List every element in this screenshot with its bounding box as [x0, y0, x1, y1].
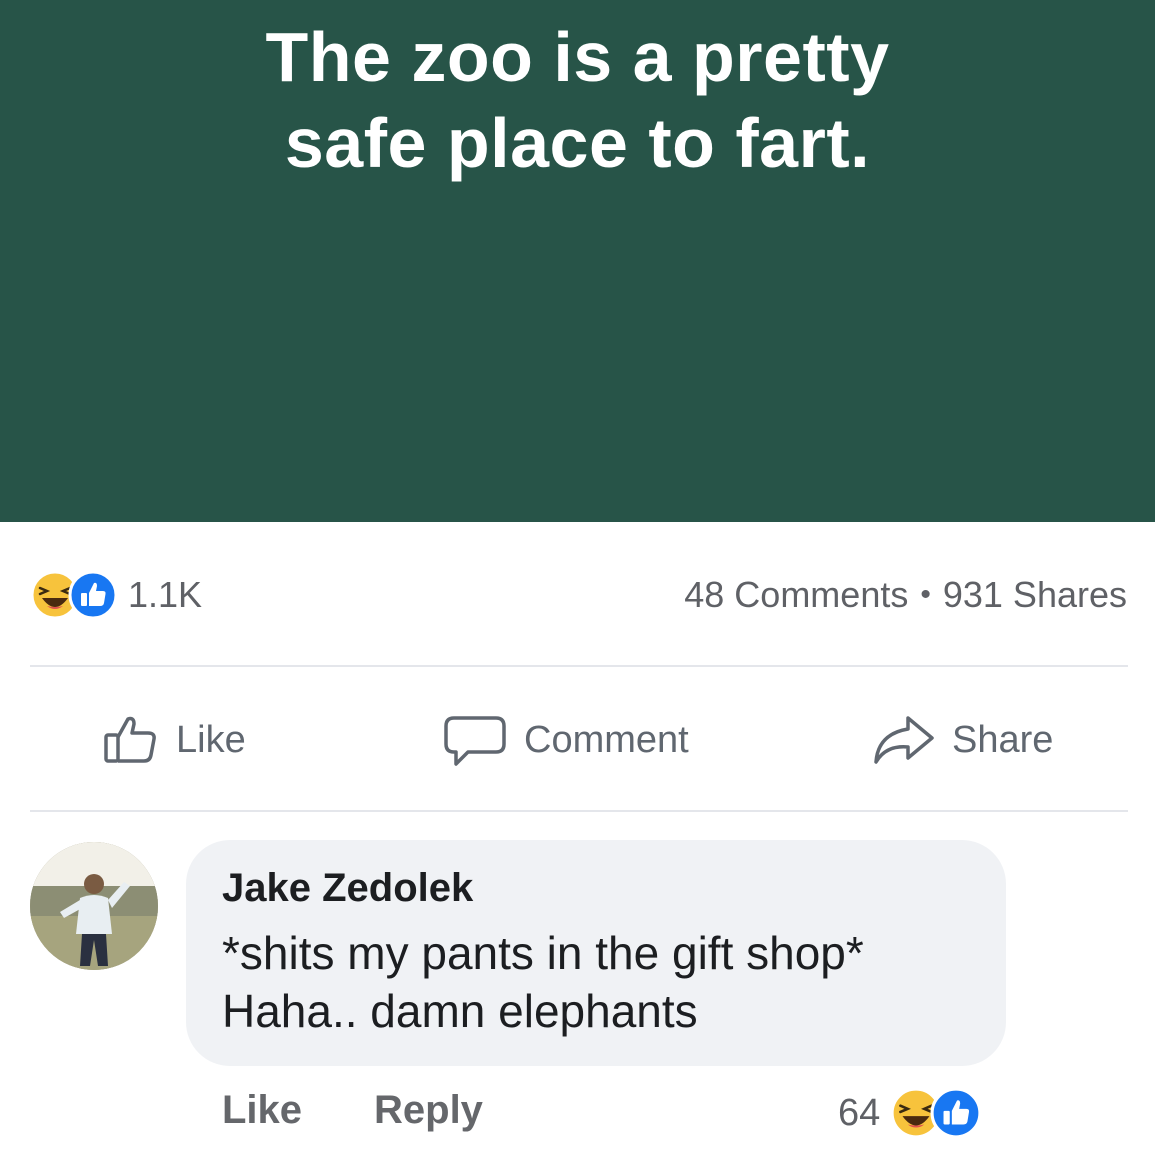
action-bar: Like Comment Share [0, 690, 1155, 790]
comments-count[interactable]: 48 Comments [684, 574, 908, 616]
post-banner[interactable]: The zoo is a pretty safe place to fart. [0, 0, 1155, 522]
post-text-line-1: The zoo is a pretty [265, 18, 890, 96]
like-reaction-icon [930, 1087, 982, 1139]
comment-footer: Like Reply 64 [0, 1080, 1155, 1150]
comment-like-button[interactable]: Like [222, 1088, 302, 1133]
comment-author[interactable]: Jake Zedolek [222, 866, 473, 911]
like-label: Like [176, 718, 246, 761]
facebook-post: The zoo is a pretty safe place to fart. … [0, 0, 1155, 1155]
reactions-link[interactable]: 1.1K [30, 570, 202, 620]
engagement-counts: 48 Comments • 931 Shares [684, 570, 1127, 620]
comment-line-2: Haha.. damn elephants [222, 985, 698, 1037]
divider-bottom [30, 810, 1128, 812]
post-text: The zoo is a pretty safe place to fart. [0, 14, 1155, 186]
comment-reply-button[interactable]: Reply [374, 1088, 483, 1133]
comment-line-1: *shits my pants in the gift shop* [222, 927, 864, 979]
share-button[interactable]: Share [868, 710, 1053, 770]
avatar-photo [30, 842, 158, 970]
reaction-count: 1.1K [128, 574, 203, 615]
comment-icon [444, 716, 506, 766]
comment-text: *shits my pants in the gift shop* Haha..… [222, 924, 864, 1040]
comment-button[interactable]: Comment [440, 710, 689, 770]
comment-bubble: Jake Zedolek *shits my pants in the gift… [186, 840, 1006, 1066]
like-reaction-icon [68, 570, 118, 620]
reaction-summary: 1.1K 48 Comments • 931 Shares [0, 560, 1155, 630]
comment-reactions[interactable]: 64 [838, 1086, 982, 1140]
like-button[interactable]: Like [100, 710, 246, 770]
avatar[interactable] [30, 842, 158, 970]
shares-count[interactable]: 931 Shares [943, 574, 1127, 616]
comment-label: Comment [524, 718, 689, 761]
thumbs-up-icon [104, 716, 156, 763]
post-text-line-2: safe place to fart. [284, 104, 871, 182]
comment-reaction-count: 64 [838, 1091, 881, 1134]
divider-top [30, 665, 1128, 667]
share-arrow-icon [874, 716, 934, 764]
separator-dot: • [920, 578, 931, 611]
share-label: Share [952, 718, 1054, 761]
